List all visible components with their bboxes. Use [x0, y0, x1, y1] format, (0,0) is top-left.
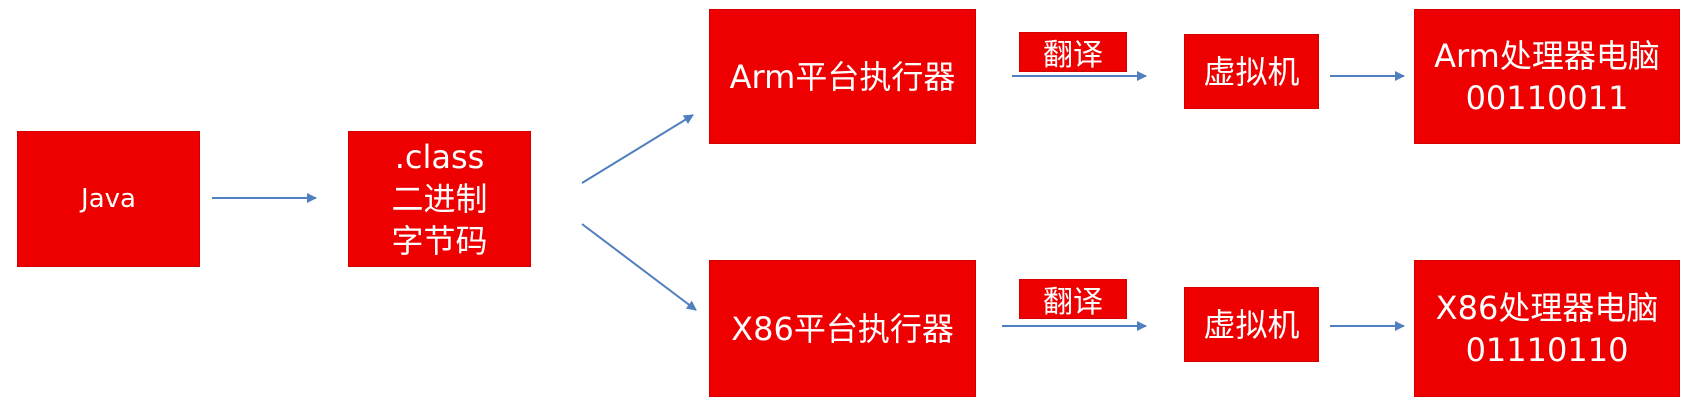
java-node: Java — [17, 131, 200, 267]
x86-computer-line-1: X86处理器电脑 — [1435, 288, 1659, 327]
bytecode-line-3: 字节码 — [391, 222, 488, 260]
arm-vm-node: 虚拟机 — [1184, 34, 1319, 109]
bytecode-node: .class 二进制 字节码 — [348, 131, 531, 267]
arm-computer-line-1: Arm处理器电脑 — [1434, 36, 1660, 75]
bytecode-line-1: .class — [394, 138, 485, 176]
x86-translate-label: 翻译 — [1019, 279, 1127, 320]
arm-translate-text: 翻译 — [1043, 38, 1103, 73]
arm-executor-label: Arm平台执行器 — [729, 57, 956, 96]
java-label: Java — [81, 184, 136, 214]
arm-computer-line-2: 00110011 — [1465, 78, 1629, 117]
x86-executor-node: X86平台执行器 — [709, 260, 976, 397]
x86-computer-node: X86处理器电脑 01110110 — [1414, 260, 1680, 397]
x86-executor-label: X86平台执行器 — [731, 309, 954, 348]
arm-translate-label: 翻译 — [1019, 32, 1127, 73]
x86-computer-line-2: 01110110 — [1465, 330, 1629, 369]
arm-computer-node: Arm处理器电脑 00110011 — [1414, 9, 1680, 144]
arrow-bytecode-to-arm — [581, 114, 694, 184]
arrow-bytecode-to-x86 — [581, 223, 697, 311]
x86-vm-node: 虚拟机 — [1184, 287, 1319, 362]
arm-vm-label: 虚拟机 — [1203, 52, 1300, 91]
x86-vm-label: 虚拟机 — [1203, 305, 1300, 344]
x86-translate-text: 翻译 — [1043, 285, 1103, 320]
arm-executor-node: Arm平台执行器 — [709, 9, 976, 144]
bytecode-line-2: 二进制 — [391, 180, 488, 218]
